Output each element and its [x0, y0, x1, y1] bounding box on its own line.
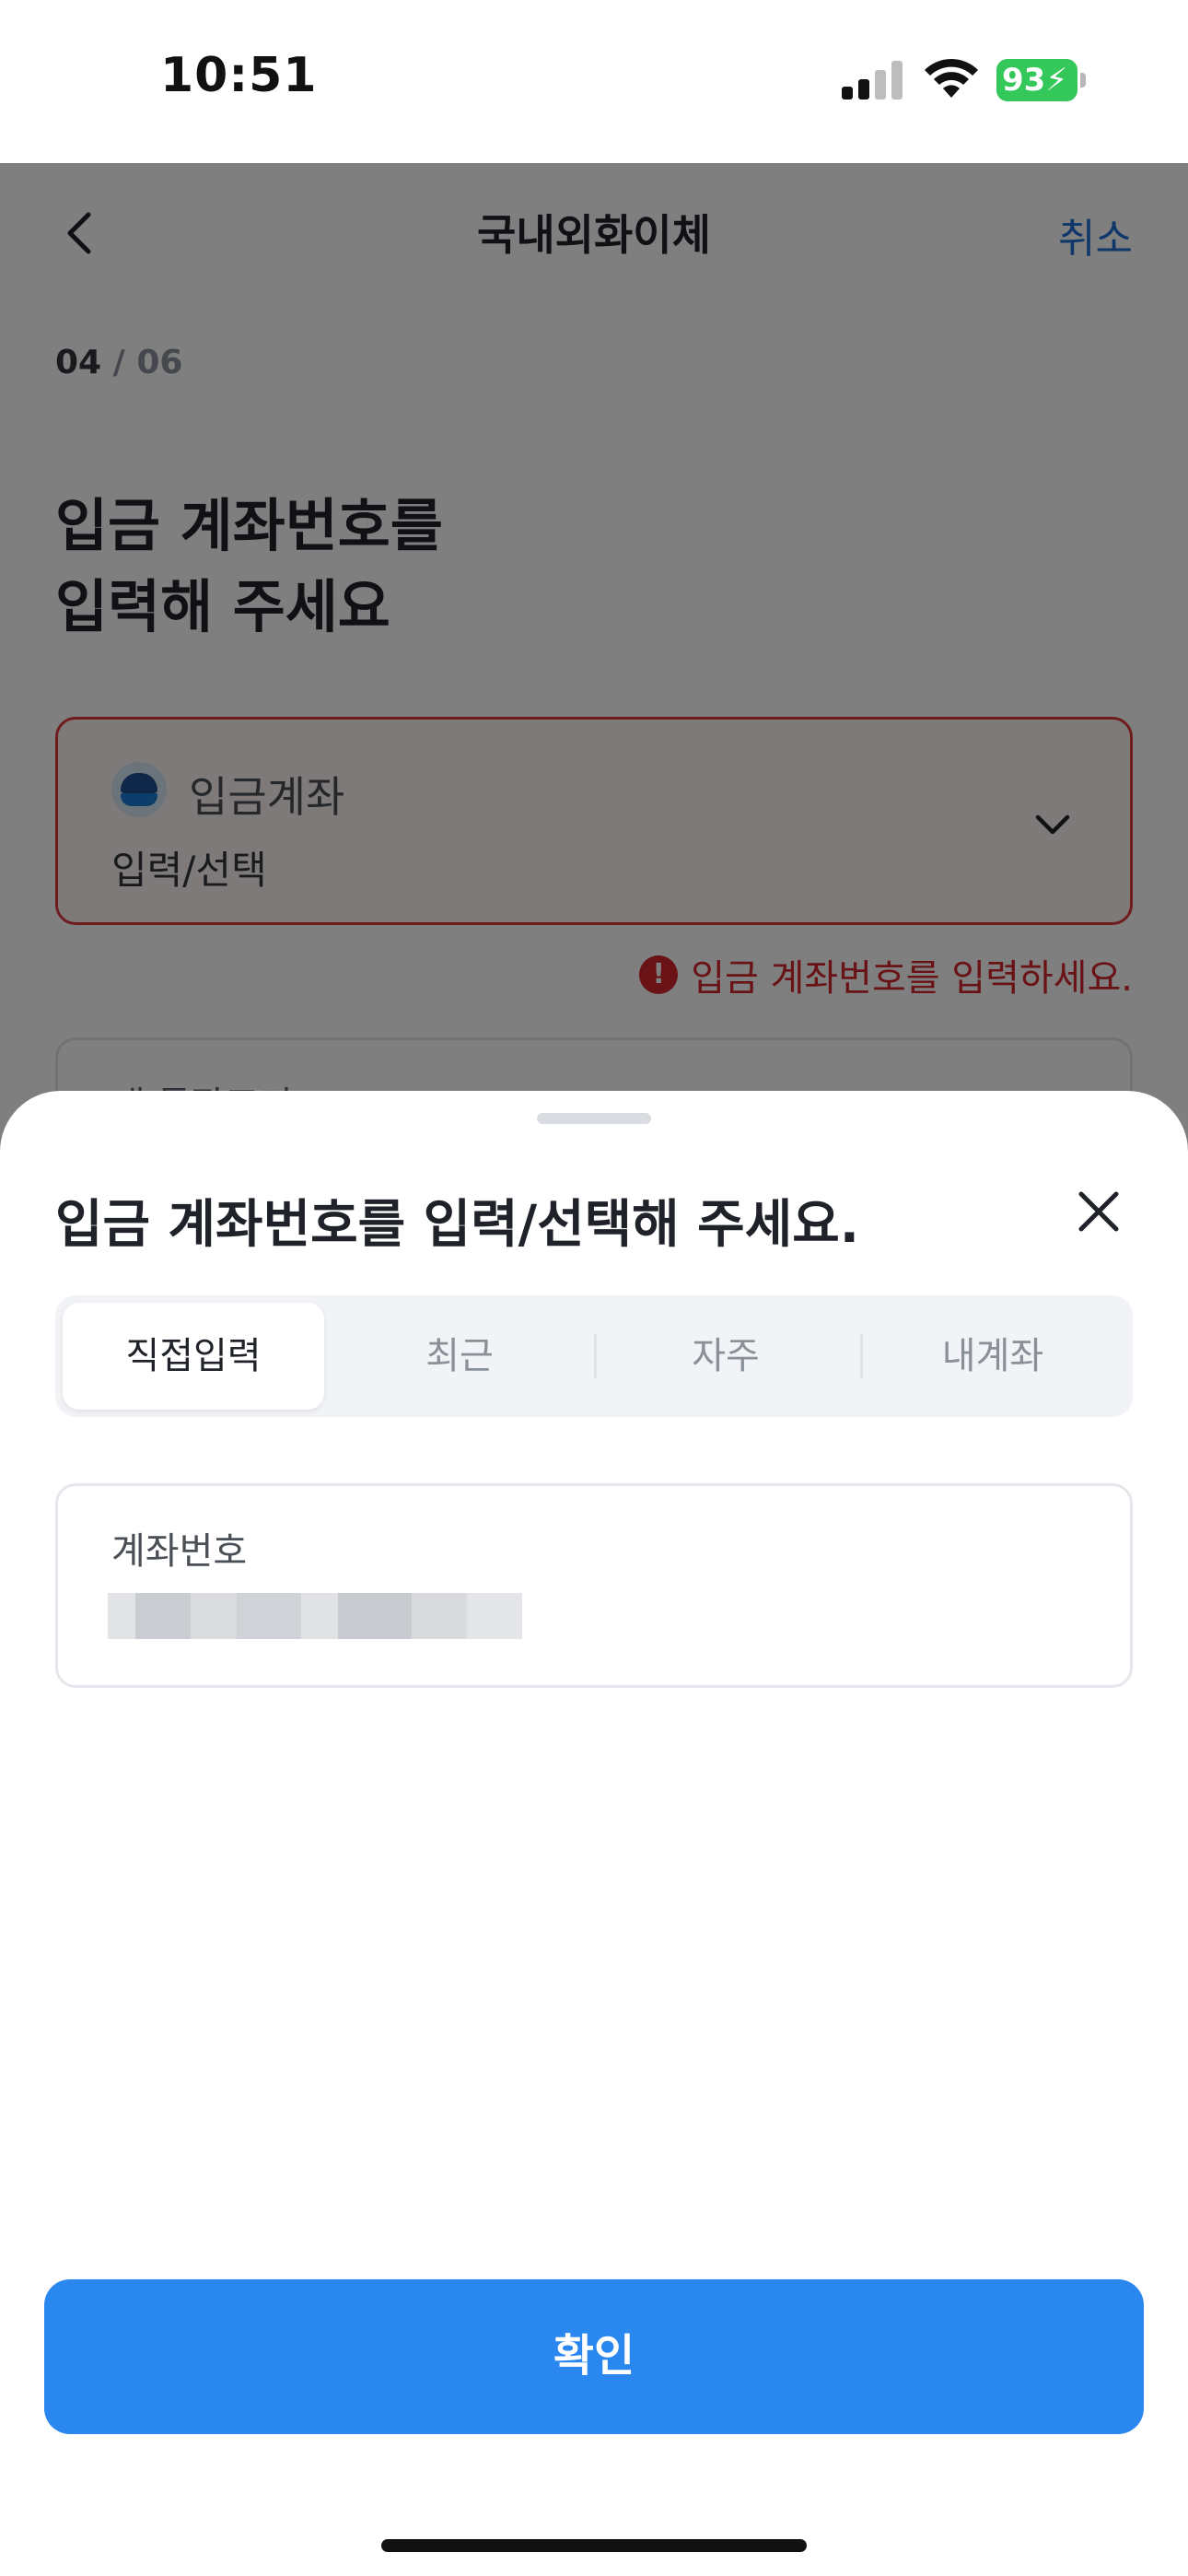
account-number-field[interactable]: 계좌번호 [55, 1483, 1133, 1688]
tab-direct-input[interactable]: 직접입력 [63, 1303, 324, 1410]
close-icon[interactable] [1074, 1187, 1124, 1236]
charging-bolt-icon: ⚡ [1045, 62, 1068, 99]
tab-frequent[interactable]: 자주 [595, 1303, 856, 1410]
sheet-title: 입금 계좌번호를 입력/선택해 주세요. [55, 1195, 860, 1255]
cellular-signal-icon [842, 61, 903, 100]
status-bar: 10:51 93⚡ [0, 0, 1188, 163]
account-number-value-blurred[interactable] [108, 1593, 522, 1639]
tab-recent[interactable]: 최근 [329, 1303, 590, 1410]
battery-icon: 93⚡ [996, 59, 1087, 101]
confirm-button[interactable]: 확인 [44, 2279, 1144, 2434]
status-time: 10:51 [160, 48, 318, 103]
sheet-grabber[interactable] [537, 1113, 651, 1124]
account-input-sheet: 입금 계좌번호를 입력/선택해 주세요. 직접입력 최근 자주 내계좌 계좌번호… [0, 1091, 1188, 2576]
battery-level: 93 [1002, 62, 1046, 99]
wifi-icon [925, 58, 978, 98]
input-method-tabs: 직접입력 최근 자주 내계좌 [55, 1295, 1133, 1417]
account-number-label: 계좌번호 [111, 1530, 248, 1573]
home-indicator[interactable] [381, 2539, 807, 2552]
tab-my-accounts[interactable]: 내계좌 [862, 1303, 1124, 1410]
